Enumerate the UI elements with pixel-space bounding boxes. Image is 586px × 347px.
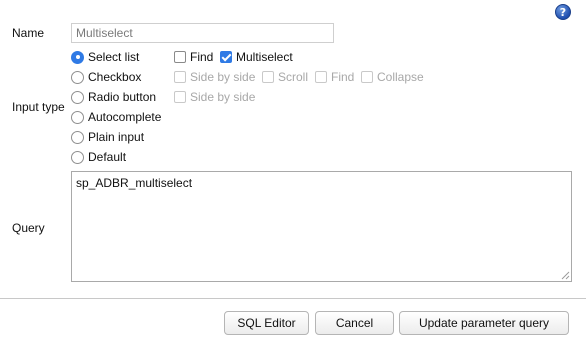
cancel-button[interactable]: Cancel [315,311,394,335]
checkbox-checkbox-scroll [262,71,274,83]
radio-default-control[interactable] [71,150,84,164]
radio-autocomplete-control[interactable] [71,110,84,124]
option-checkbox-find-label: Find [331,70,355,84]
query-label: Query [12,221,45,235]
option-multiselect-label: Multiselect [236,50,293,64]
radio-checkbox-control[interactable] [71,70,84,84]
checkbox-checkbox-side-by-side [174,71,186,83]
name-input[interactable] [71,23,334,43]
checkbox-multiselect[interactable] [220,51,232,63]
radio-select-list-control[interactable] [71,50,84,64]
radio-radio-button[interactable]: Radio button [71,89,156,105]
option-select-find[interactable]: Find [174,49,213,65]
option-checkbox-find: Find [315,69,354,85]
option-checkbox-side-by-side: Side by side [174,69,255,85]
checkbox-select-find[interactable] [174,51,186,63]
radio-default[interactable]: Default [71,149,126,165]
option-multiselect[interactable]: Multiselect [220,49,293,65]
option-select-find-label: Find [190,50,214,64]
radio-plain-input-label: Plain input [88,130,145,144]
option-checkbox-collapse: Collapse [361,69,424,85]
option-checkbox-scroll: Scroll [262,69,308,85]
query-textarea[interactable]: sp_ADBR_multiselect [71,171,572,282]
option-radio-side-by-side-label: Side by side [190,90,256,104]
checkbox-radio-side-by-side [174,91,186,103]
radio-default-label: Default [88,150,127,164]
name-label: Name [12,26,45,40]
radio-checkbox[interactable]: Checkbox [71,69,141,85]
update-parameter-query-button[interactable]: Update parameter query [399,311,569,335]
radio-autocomplete[interactable]: Autocomplete [71,109,161,125]
option-checkbox-scroll-label: Scroll [278,70,309,84]
help-icon[interactable]: ? [555,4,571,20]
checkbox-checkbox-collapse [361,71,373,83]
sql-editor-button[interactable]: SQL Editor [224,311,309,335]
radio-checkbox-label: Checkbox [88,70,142,84]
radio-autocomplete-label: Autocomplete [88,110,162,124]
input-type-label: Input type [12,100,65,114]
option-checkbox-side-by-side-label: Side by side [190,70,256,84]
checkbox-checkbox-find [315,71,327,83]
radio-select-list-label: Select list [88,50,140,64]
radio-select-list[interactable]: Select list [71,49,139,65]
footer-divider [0,298,586,299]
option-radio-side-by-side: Side by side [174,89,255,105]
radio-plain-input-control[interactable] [71,130,84,144]
radio-radio-button-control[interactable] [71,90,84,104]
option-checkbox-collapse-label: Collapse [377,70,424,84]
radio-radio-button-label: Radio button [88,90,157,104]
radio-plain-input[interactable]: Plain input [71,129,144,145]
